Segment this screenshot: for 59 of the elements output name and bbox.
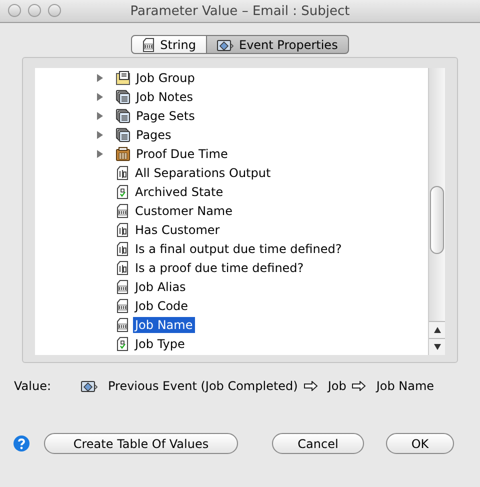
disclosure-triangle-icon[interactable] — [96, 112, 104, 120]
value-path-text: Job — [328, 379, 346, 393]
minimize-button[interactable] — [28, 4, 41, 17]
list-item[interactable]: Job Type — [133, 336, 187, 352]
text-document-icon — [116, 298, 129, 312]
number-document-icon — [116, 166, 129, 180]
list-item[interactable]: Proof Due Time — [134, 146, 230, 162]
number-document-icon — [116, 260, 129, 274]
event-icon — [81, 379, 98, 393]
value-path-text: Job Name — [376, 379, 434, 393]
number-document-icon — [116, 242, 129, 256]
ok-button[interactable]: OK — [386, 433, 454, 454]
cancel-button[interactable]: Cancel — [272, 433, 364, 454]
list-item[interactable]: Archived State — [133, 184, 226, 200]
help-button[interactable] — [13, 435, 30, 452]
disclosure-triangle-icon[interactable] — [96, 74, 104, 82]
arrow-icon — [352, 381, 366, 391]
list-item[interactable]: Job Notes — [134, 88, 195, 104]
text-document-icon — [142, 38, 156, 52]
list-item[interactable]: Job Group — [134, 70, 197, 86]
folder-icon — [116, 70, 130, 84]
scroll-thumb[interactable] — [430, 186, 444, 254]
list-item[interactable]: All Separations Output — [133, 164, 273, 180]
close-button[interactable] — [8, 4, 21, 17]
scroll-bar[interactable] — [428, 68, 445, 355]
list-item[interactable]: Job Alias — [133, 278, 188, 294]
tab[interactable]: Event Properties — [206, 35, 349, 54]
up-arrow-icon — [434, 327, 440, 333]
window-title: Parameter Value – Email : Subject — [130, 4, 350, 18]
list-item[interactable]: Job Code — [133, 298, 190, 314]
disclosure-triangle-icon[interactable] — [96, 130, 104, 138]
text-document-icon — [116, 204, 129, 218]
list-item[interactable]: Has Customer — [133, 222, 222, 238]
tab[interactable]: String — [131, 35, 207, 54]
value-path-text: Previous Event (Job Completed) — [108, 379, 298, 393]
down-arrow-icon — [434, 344, 440, 350]
text-document-icon — [116, 318, 129, 332]
list-item[interactable]: Customer Name — [133, 202, 235, 218]
stacked-list-icon — [116, 108, 130, 122]
list-item[interactable]: Page Sets — [134, 108, 197, 124]
help-icon — [13, 435, 30, 452]
arrow-icon — [304, 381, 318, 391]
action-button[interactable]: Create Table Of Values — [44, 433, 238, 454]
stacked-list-icon — [116, 128, 130, 142]
list-item[interactable]: Pages — [134, 126, 174, 142]
checklist-document-icon — [116, 184, 129, 198]
number-document-icon — [116, 222, 129, 236]
checklist-document-icon — [116, 336, 129, 350]
disclosure-triangle-icon[interactable] — [96, 92, 104, 100]
list-item[interactable]: Is a proof due time defined? — [133, 260, 306, 276]
value-label: Value: — [14, 379, 51, 393]
event-icon — [216, 38, 234, 52]
text-document-icon — [116, 280, 129, 294]
list-item[interactable]: Is a final output due time defined? — [133, 240, 344, 256]
disclosure-triangle-icon[interactable] — [96, 150, 104, 158]
calendar-icon — [116, 146, 130, 160]
list-item[interactable]: Job Name — [133, 316, 195, 332]
stacked-list-icon — [116, 90, 130, 104]
zoom-button[interactable] — [48, 4, 61, 17]
